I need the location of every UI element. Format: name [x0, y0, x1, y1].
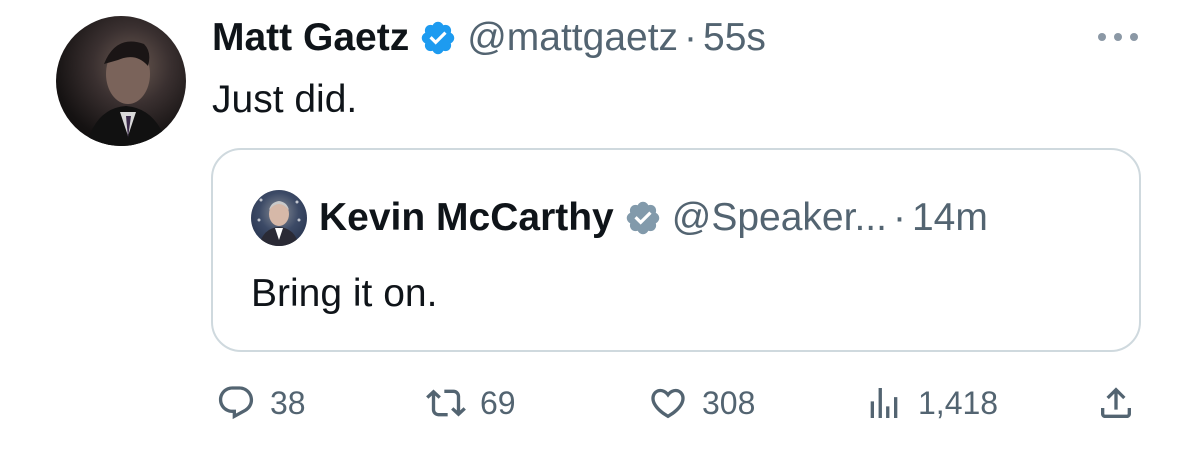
- author-avatar-image: [86, 41, 168, 146]
- quoted-tweet-text: Bring it on.: [251, 272, 438, 315]
- more-dot: [1130, 33, 1138, 41]
- quoted-author-name[interactable]: Kevin McCarthy: [319, 194, 614, 242]
- tweet-timestamp[interactable]: 55s: [703, 14, 766, 62]
- quoted-tweet-timestamp[interactable]: 14m: [912, 194, 988, 242]
- retweet-button[interactable]: 69: [426, 378, 516, 428]
- quoted-header-separator: ·: [892, 196, 906, 239]
- retweet-count: 69: [480, 384, 516, 421]
- tweet-header: Matt Gaetz @mattgaetz · 55s: [212, 14, 766, 62]
- quoted-author-handle[interactable]: @Speaker...: [672, 194, 887, 242]
- heart-icon: [648, 383, 688, 423]
- retweet-arrows-icon: [426, 383, 466, 423]
- quoted-tweet-header: Kevin McCarthy @Speaker... · 14m: [319, 194, 988, 242]
- government-badge-icon[interactable]: [624, 199, 662, 237]
- more-dot: [1114, 33, 1122, 41]
- like-count: 308: [702, 384, 756, 421]
- views-button[interactable]: 1,418: [864, 378, 998, 428]
- author-avatar[interactable]: [56, 16, 186, 146]
- author-handle[interactable]: @mattgaetz: [467, 14, 678, 62]
- header-separator: ·: [684, 16, 698, 59]
- reply-count: 38: [270, 384, 306, 421]
- more-dots-icon[interactable]: [1098, 30, 1138, 44]
- tweet-action-bar: 38 69 308 1,418: [0, 378, 1200, 428]
- tweet-text: Just did.: [212, 78, 358, 121]
- share-upload-icon: [1096, 383, 1136, 423]
- share-button[interactable]: [1096, 378, 1136, 428]
- quoted-author-avatar-image: [257, 198, 301, 246]
- bar-chart-icon: [864, 383, 904, 423]
- like-button[interactable]: 308: [648, 378, 755, 428]
- quoted-tweet-card[interactable]: Kevin McCarthy @Speaker... · 14m Bring i…: [211, 148, 1141, 352]
- views-count: 1,418: [918, 384, 999, 421]
- reply-button[interactable]: 38: [216, 378, 306, 428]
- verified-badge-icon[interactable]: [419, 19, 457, 57]
- author-name[interactable]: Matt Gaetz: [212, 14, 409, 62]
- more-dot: [1098, 33, 1106, 41]
- reply-bubble-icon: [216, 383, 256, 423]
- quoted-author-avatar[interactable]: [251, 190, 307, 246]
